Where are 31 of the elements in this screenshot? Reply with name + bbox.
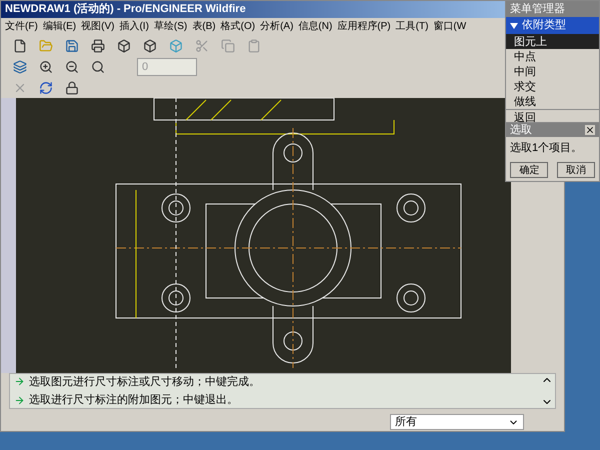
menu-item[interactable]: 表(B) <box>192 18 216 34</box>
close-icon <box>585 125 595 135</box>
arrow-icon <box>14 376 25 388</box>
dialog-button[interactable]: 取消 <box>556 162 595 178</box>
dialog-button[interactable]: 确定 <box>510 162 548 178</box>
menu-option[interactable]: 中间 <box>506 64 599 79</box>
dialog-message: 选取1个项目。 <box>509 141 584 156</box>
menu-item[interactable]: 窗口(W <box>433 18 466 34</box>
menu-item[interactable]: 应用程序(P) <box>337 18 391 34</box>
menu-option[interactable]: 求交 <box>506 79 599 94</box>
menu-option[interactable]: 图元上 <box>506 34 599 49</box>
menu-item[interactable]: 插入(I) <box>119 18 149 34</box>
menu-option[interactable]: 中点 <box>506 49 599 64</box>
menu-item[interactable]: 草绘(S) <box>154 18 188 34</box>
menu-item[interactable]: 编辑(E) <box>42 18 76 34</box>
menu-item[interactable]: 视图(V) <box>81 18 114 34</box>
dialog-title: 选取 <box>506 123 599 137</box>
menu-item[interactable]: 格式(O) <box>220 18 256 34</box>
menu-item[interactable]: 工具(T) <box>396 18 428 34</box>
arrow-icon <box>14 394 25 406</box>
menu-item[interactable]: 文件(F) <box>5 18 38 34</box>
menu-header[interactable]: 依附类型 <box>506 17 599 34</box>
panel-title: 菜单管理器 <box>506 1 599 17</box>
filter-dropdown[interactable]: 所有 <box>390 414 524 430</box>
menu-item[interactable]: 信息(N) <box>298 18 332 34</box>
caret-icon <box>510 22 518 28</box>
menu-item[interactable]: 分析(A) <box>260 18 294 34</box>
menu-option[interactable]: 做线 <box>506 94 599 109</box>
header-label: 依附类型 <box>522 18 566 34</box>
prompt-message: 选取进行尺寸标注的附加图元；中键退出。 <box>29 392 238 408</box>
prompt-message: 选取图元进行尺寸标注或尺寸移动；中键完成。 <box>29 374 260 390</box>
